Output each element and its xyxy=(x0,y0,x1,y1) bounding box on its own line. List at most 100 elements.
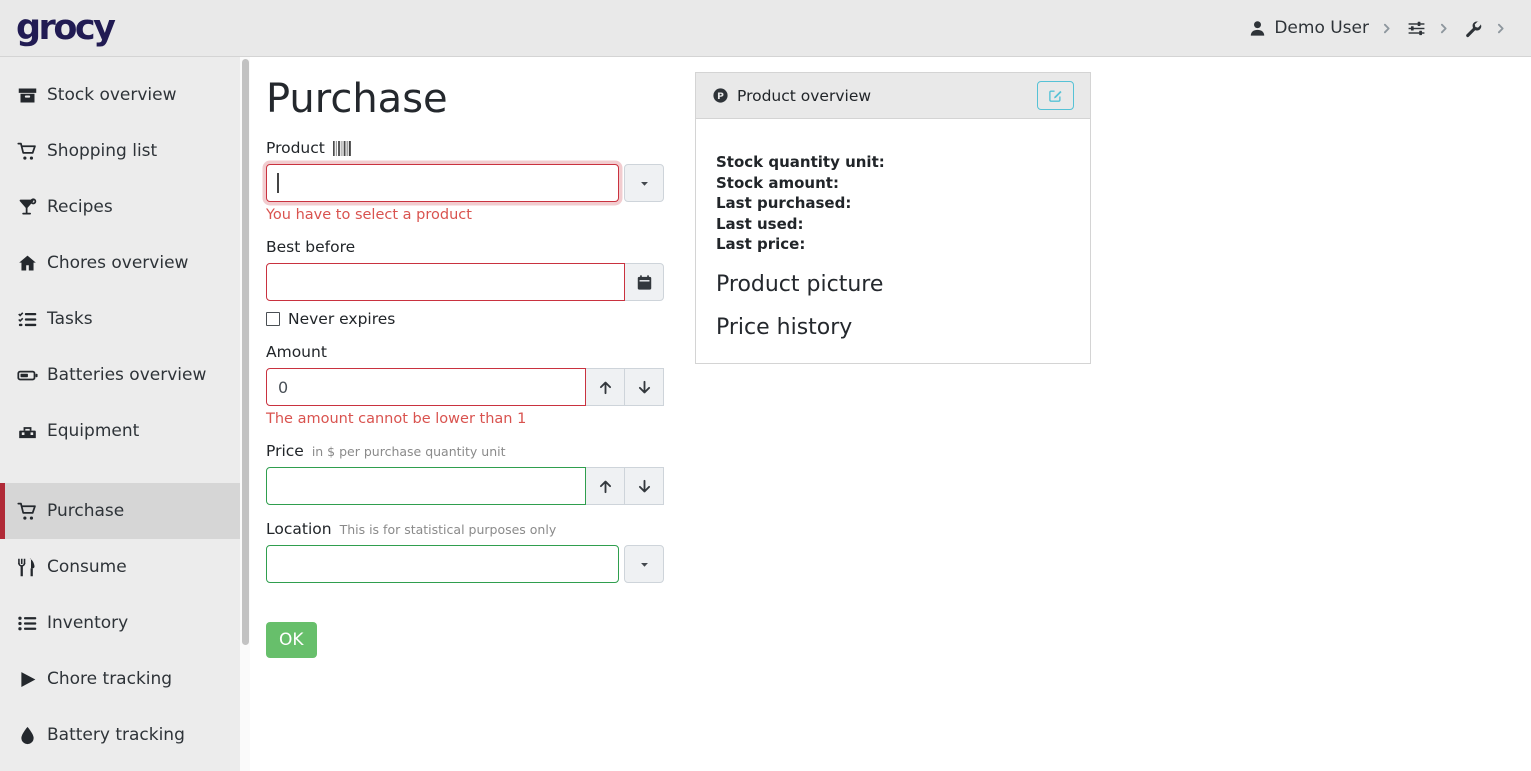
product-overview-fields: Stock quantity unit:Stock amount:Last pu… xyxy=(716,152,1070,255)
price-increment-button[interactable] xyxy=(585,467,625,505)
app-logo[interactable]: grocy xyxy=(16,11,113,46)
cart-icon xyxy=(17,141,38,162)
product-overview-header: P Product overview xyxy=(696,73,1090,119)
home-icon xyxy=(17,253,38,274)
user-menu[interactable]: Demo User xyxy=(1248,18,1393,38)
sidebar-item-purchase[interactable]: Purchase xyxy=(0,483,250,539)
toolbox-icon xyxy=(17,421,38,442)
svg-text:P: P xyxy=(717,91,724,102)
product-overview-title-text: Product overview xyxy=(737,87,871,105)
utensils-icon xyxy=(17,557,38,578)
sidebar-item-equipment[interactable]: Equipment xyxy=(0,403,250,459)
calendar-icon xyxy=(636,274,653,291)
sidebar-item-consume[interactable]: Consume xyxy=(0,539,250,595)
product-overview-title: P Product overview xyxy=(712,87,871,105)
amount-increment-button[interactable] xyxy=(585,368,625,406)
sidebar-item-label: Chores overview xyxy=(47,253,188,273)
cart-icon xyxy=(17,501,38,522)
overview-field: Stock quantity unit: xyxy=(716,152,1070,173)
sidebar-item-batteries-overview[interactable]: Batteries overview xyxy=(0,347,250,403)
never-expires-checkbox[interactable] xyxy=(266,312,280,326)
sidebar-item-battery-tracking[interactable]: Battery tracking xyxy=(0,707,250,763)
chevron-right-icon xyxy=(1494,22,1507,35)
sidebar-item-inventory[interactable]: Inventory xyxy=(0,595,250,651)
settings-menu[interactable] xyxy=(1407,19,1450,38)
sidebar-item-label: Shopping list xyxy=(47,141,157,161)
best-before-label: Best before xyxy=(266,238,664,256)
sidebar-item-tasks[interactable]: Tasks xyxy=(0,291,250,347)
product-input[interactable] xyxy=(266,164,619,202)
overview-field: Last price: xyxy=(716,234,1070,255)
sidebar-item-label: Batteries overview xyxy=(47,365,206,385)
price-label-text: Price xyxy=(266,442,304,460)
text-cursor xyxy=(277,173,279,193)
best-before-input-row xyxy=(266,263,664,301)
product-picture-heading: Product picture xyxy=(716,272,1070,298)
sidebar-scrollbar-thumb[interactable] xyxy=(242,59,249,645)
topbar-item-label: Demo User xyxy=(1274,18,1369,38)
sidebar-item-recipes[interactable]: Recipes xyxy=(0,179,250,235)
product-dropdown-button[interactable] xyxy=(624,164,664,202)
amount-input-row xyxy=(266,368,664,406)
top-navbar: grocy Demo User xyxy=(0,0,1531,57)
location-input-row xyxy=(266,545,664,583)
amount-input[interactable] xyxy=(266,368,586,406)
sidebar-item-shopping-list[interactable]: Shopping list xyxy=(0,123,250,179)
ok-button[interactable]: OK xyxy=(266,622,317,658)
topbar-menu: Demo User xyxy=(1234,18,1507,38)
list-icon xyxy=(17,613,38,634)
best-before-input-wrap xyxy=(266,263,625,301)
sidebar-spacer xyxy=(0,459,250,483)
arrow-down-icon xyxy=(636,379,653,396)
amount-label: Amount xyxy=(266,343,664,361)
overview-field: Last used: xyxy=(716,214,1070,235)
barcode-icon xyxy=(332,141,354,156)
location-label: Location This is for statistical purpose… xyxy=(266,520,664,538)
location-hint: This is for statistical purposes only xyxy=(340,522,557,537)
sidebar-item-label: Consume xyxy=(47,557,127,577)
price-input-row xyxy=(266,467,664,505)
edit-icon xyxy=(1048,88,1063,103)
caret-down-icon xyxy=(637,557,652,572)
product-overview-card: P Product overview Stock quantity unit:S… xyxy=(695,72,1091,364)
amount-decrement-button[interactable] xyxy=(624,368,664,406)
sidebar-item-chores-overview[interactable]: Chores overview xyxy=(0,235,250,291)
sidebar-item-stock-overview[interactable]: Stock overview xyxy=(0,67,250,123)
best-before-group: Best before Never expires xyxy=(266,238,664,328)
product-input-wrap xyxy=(266,164,619,202)
main-content: Purchase Product You have to select a pr… xyxy=(250,57,1531,771)
admin-menu[interactable] xyxy=(1464,19,1507,38)
sidebar-item-label: Battery tracking xyxy=(47,725,185,745)
sidebar: Stock overview Shopping list Recipes Chores… xyxy=(0,57,250,771)
price-hint: in $ per purchase quantity unit xyxy=(312,444,506,459)
location-input-wrap xyxy=(266,545,619,583)
best-before-label-text: Best before xyxy=(266,238,355,256)
sidebar-item-label: Chore tracking xyxy=(47,669,172,689)
sidebar-item-chore-tracking[interactable]: Chore tracking xyxy=(0,651,250,707)
sidebar-item-label: Equipment xyxy=(47,421,139,441)
location-input[interactable] xyxy=(266,545,619,583)
calendar-button[interactable] xyxy=(624,263,664,301)
overview-field: Stock amount: xyxy=(716,173,1070,194)
product-group: Product You have to select a product xyxy=(266,139,664,223)
best-before-input[interactable] xyxy=(266,263,625,301)
product-label-text: Product xyxy=(266,139,325,157)
product-error: You have to select a product xyxy=(266,207,664,223)
price-label: Price in $ per purchase quantity unit xyxy=(266,442,664,460)
location-group: Location This is for statistical purpose… xyxy=(266,520,664,583)
price-input[interactable] xyxy=(266,467,586,505)
edit-product-button[interactable] xyxy=(1037,81,1074,110)
sidebar-item-label: Tasks xyxy=(47,309,93,329)
product-input-row xyxy=(266,164,664,202)
wrench-icon xyxy=(1464,19,1483,38)
box-icon xyxy=(17,85,38,106)
sidebar-item-label: Recipes xyxy=(47,197,113,217)
price-decrement-button[interactable] xyxy=(624,467,664,505)
product-overview-body: Stock quantity unit:Stock amount:Last pu… xyxy=(696,119,1090,363)
arrow-up-icon xyxy=(597,478,614,495)
price-input-wrap xyxy=(266,467,586,505)
amount-error: The amount cannot be lower than 1 xyxy=(266,411,664,427)
location-dropdown-button[interactable] xyxy=(624,545,664,583)
amount-input-wrap xyxy=(266,368,586,406)
arrow-down-icon xyxy=(636,478,653,495)
